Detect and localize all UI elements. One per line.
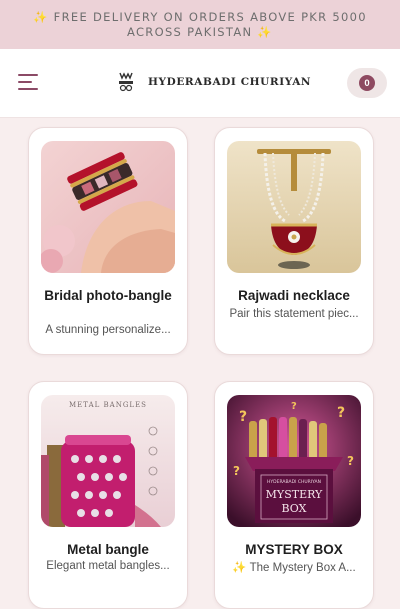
promo-banner: ✨ FREE DELIVERY ON ORDERS ABOVE PKR 5000… (0, 0, 400, 49)
brand-link[interactable]: HYDERABADI CHURIYAN (116, 69, 311, 95)
product-image-mystery-box[interactable]: ? ? ? ? ? HYDERABADI CHURIYAN MYSTERY BO… (227, 395, 361, 527)
box-top-text: HYDERABADI CHURIYAN (267, 479, 321, 485)
product-card-rajwadi-necklace[interactable]: Rajwadi necklace Pair this statement pie… (214, 127, 374, 355)
product-description: Elegant metal bangles... (46, 560, 170, 572)
product-title[interactable]: MYSTERY BOX (223, 541, 365, 559)
product-title[interactable]: Bridal photo-bangle (37, 287, 179, 305)
promo-text: ✨ FREE DELIVERY ON ORDERS ABOVE PKR 5000… (33, 9, 367, 39)
product-description: ✨ The Mystery Box A... (232, 562, 356, 574)
svg-text:?: ? (337, 405, 345, 421)
svg-text:?: ? (233, 464, 240, 478)
product-image-rajwadi-necklace[interactable] (227, 141, 361, 273)
brand-name: HYDERABADI CHURIYAN (148, 76, 312, 88)
svg-text:?: ? (347, 454, 354, 468)
product-image-bridal-bangle[interactable] (41, 141, 175, 273)
product-description: Pair this statement piec... (229, 308, 359, 320)
cart-count-badge: 0 (359, 75, 375, 91)
product-card-metal-bangle[interactable]: METAL BANGLES Metal bangle Elegant metal… (28, 381, 188, 609)
box-box-text: BOX (282, 502, 307, 515)
product-card-mystery-box[interactable]: ? ? ? ? ? HYDERABADI CHURIYAN MYSTERY BO… (214, 381, 374, 609)
product-card-bridal-photo-bangle[interactable]: Bridal photo-bangle A stunning personali… (28, 127, 188, 355)
svg-text:?: ? (239, 409, 247, 425)
metal-banner-text: METAL BANGLES (69, 401, 147, 409)
product-image-metal-bangle[interactable]: METAL BANGLES (41, 395, 175, 527)
menu-icon[interactable] (18, 72, 42, 92)
logo-icon (119, 72, 133, 92)
svg-text:?: ? (291, 401, 297, 412)
product-description: A stunning personalize... (45, 324, 171, 336)
box-mystery-text: MYSTERY (266, 488, 323, 501)
product-title[interactable]: Metal bangle (37, 541, 179, 559)
site-header: HYDERABADI CHURIYAN 0 (0, 49, 400, 118)
cart-button[interactable]: 0 (347, 68, 387, 98)
product-title[interactable]: Rajwadi necklace (223, 287, 365, 305)
